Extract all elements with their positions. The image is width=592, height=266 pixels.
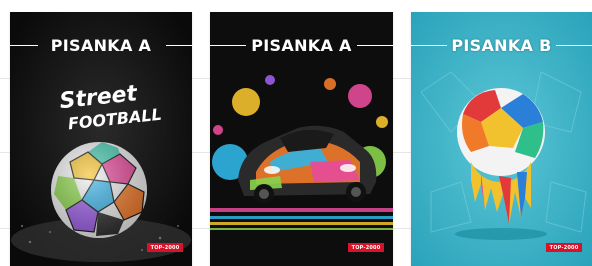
card-title-row: PISANKA A: [10, 34, 192, 56]
title-rule-left: [210, 45, 246, 46]
card-title: PISANKA A: [50, 35, 152, 55]
brand-logo: TOP-2000: [348, 243, 384, 252]
title-rule-left: [10, 45, 38, 46]
brand-logo: TOP-2000: [546, 243, 582, 252]
card-title: PISANKA B: [451, 35, 552, 55]
title-rule-right: [166, 45, 192, 46]
title-rule-right: [556, 45, 592, 46]
card-title-row: PISANKA B: [411, 34, 592, 56]
product-card-street-football[interactable]: Street FOOTBALL PISANKA A TOP-2000: [10, 12, 192, 266]
title-rule-left: [411, 45, 447, 46]
product-card-sports-car[interactable]: PISANKA A TOP-2000: [210, 12, 393, 266]
brand-logo: TOP-2000: [147, 243, 183, 252]
title-rule-right: [357, 45, 393, 46]
card-title: PISANKA A: [251, 35, 352, 55]
product-card-melting-ball[interactable]: PISANKA B TOP-2000: [411, 12, 592, 266]
card-title-row: PISANKA A: [210, 34, 393, 56]
